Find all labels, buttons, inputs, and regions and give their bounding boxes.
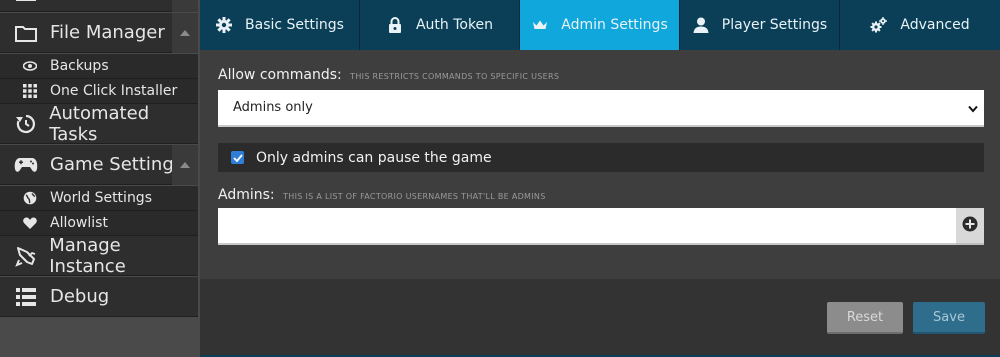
grid-icon (22, 83, 38, 99)
admins-input[interactable] (218, 208, 956, 245)
gears-icon (870, 16, 888, 34)
chevron-up-icon[interactable] (172, 145, 198, 185)
crown-icon (531, 16, 549, 34)
settings-tabs: Basic Settings Auth Token Admin Settings… (200, 0, 1000, 50)
sidebar-item-allowlist[interactable]: Allowlist (0, 211, 198, 236)
eye-icon (22, 58, 38, 74)
pause-checkbox[interactable] (231, 151, 244, 164)
pause-permission-row: Only admins can pause the game (218, 143, 984, 172)
main-panel: Basic Settings Auth Token Admin Settings… (200, 0, 1000, 357)
heart-icon (22, 215, 38, 231)
tab-basic-settings[interactable]: Basic Settings (200, 0, 360, 50)
plus-circle-icon (962, 216, 978, 236)
pause-checkbox-label: Only admins can pause the game (256, 149, 492, 166)
admins-label: Admins: (218, 187, 275, 203)
lock-icon (386, 16, 404, 34)
collapse-rail (172, 0, 198, 12)
sidebar: File Manager Backups One Click Installer… (0, 0, 200, 357)
sidebar-item-label: World Settings (50, 190, 152, 206)
gear-icon (215, 16, 233, 34)
list-icon (14, 285, 38, 309)
allow-commands-hint: THIS RESTRICTS COMMANDS TO SPECIFIC USER… (350, 72, 560, 81)
sidebar-item-backups[interactable]: Backups (0, 54, 198, 79)
window-icon (14, 0, 38, 4)
sidebar-item-label: Debug (50, 286, 110, 307)
sidebar-item-world-settings[interactable]: World Settings (0, 186, 198, 211)
user-icon (692, 16, 710, 34)
allow-commands-label-row: Allow commands: THIS RESTRICTS COMMANDS … (218, 67, 559, 83)
tab-player-settings[interactable]: Player Settings (680, 0, 840, 50)
sidebar-item-label: Game Settings (50, 154, 184, 175)
chevron-down-icon (968, 102, 978, 117)
allow-commands-select[interactable]: Admins only (218, 90, 984, 127)
tab-label: Basic Settings (245, 17, 344, 33)
sidebar-item-label: Backups (50, 58, 109, 74)
tab-advanced[interactable]: Advanced (840, 0, 1000, 50)
tab-admin-settings[interactable]: Admin Settings (520, 0, 680, 50)
admins-label-row: Admins: THIS IS A LIST OF FACTORIO USERN… (218, 187, 546, 203)
chevron-up-icon[interactable] (172, 13, 198, 53)
rocket-icon (14, 244, 37, 268)
sidebar-item-automated-tasks[interactable]: Automated Tasks (0, 102, 198, 145)
tab-label: Player Settings (721, 17, 828, 33)
allow-commands-label: Allow commands: (218, 67, 342, 83)
sidebar-item-label: One Click Installer (50, 83, 178, 99)
admin-settings-form: Allow commands: THIS RESTRICTS COMMANDS … (200, 50, 1000, 279)
form-footer: Reset Save (200, 279, 1000, 355)
sidebar-item-label: Manage Instance (49, 234, 126, 277)
folder-icon (14, 21, 38, 45)
sidebar-item-manage-instance[interactable]: Manage Instance (0, 234, 198, 277)
add-admin-button[interactable] (956, 208, 984, 245)
gamepad-icon (14, 153, 38, 177)
admins-hint: THIS IS A LIST OF FACTORIO USERNAMES THA… (283, 192, 546, 201)
sidebar-item-file-manager[interactable]: File Manager (0, 13, 198, 53)
sidebar-item-label: File Manager (50, 22, 165, 43)
sidebar-item-one-click-installer[interactable]: One Click Installer (0, 79, 198, 104)
sidebar-item-top[interactable] (0, 0, 198, 12)
tab-auth-token[interactable]: Auth Token (360, 0, 520, 50)
reset-button[interactable]: Reset (827, 302, 903, 334)
sidebar-item-label: Automated Tasks (49, 102, 150, 145)
allow-commands-value: Admins only (233, 100, 313, 115)
refresh-clock-icon (14, 112, 37, 136)
save-button[interactable]: Save (913, 302, 985, 334)
tab-label: Advanced (900, 17, 970, 33)
sidebar-item-label: Allowlist (50, 215, 108, 231)
sidebar-item-debug[interactable]: Debug (0, 277, 198, 317)
tab-label: Admin Settings (561, 17, 668, 33)
tab-label: Auth Token (415, 17, 494, 33)
sidebar-item-game-settings[interactable]: Game Settings (0, 145, 198, 185)
globe-icon (22, 190, 38, 206)
